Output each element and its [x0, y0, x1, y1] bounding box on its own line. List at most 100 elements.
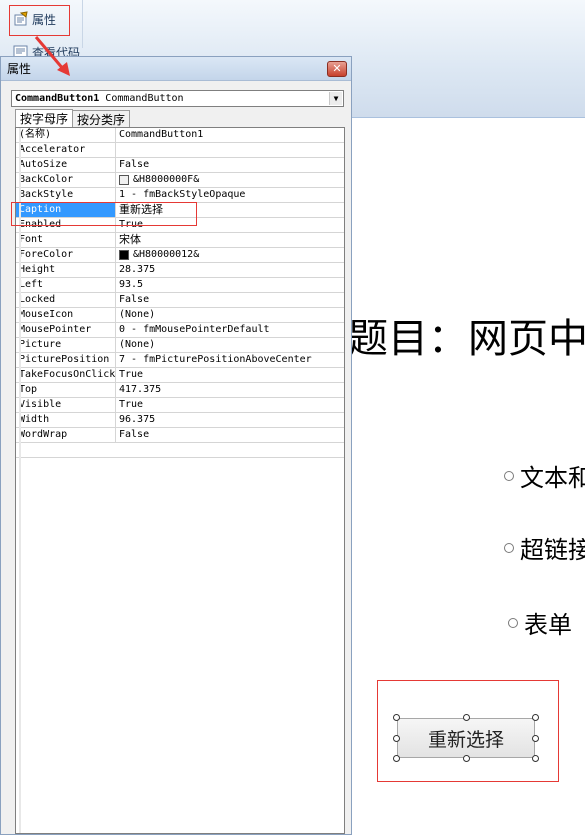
property-name: Height [16, 263, 116, 277]
property-name: Accelerator [16, 143, 116, 157]
property-value[interactable]: False [116, 293, 344, 307]
option-label: 超链接 [520, 536, 585, 564]
property-value[interactable]: CommandButton1 [116, 128, 344, 142]
tab-alphabetic[interactable]: 按字母序 [15, 109, 74, 128]
property-value[interactable]: False [116, 158, 344, 172]
property-value[interactable]: (None) [116, 338, 344, 352]
option-text[interactable]: 文本和 [504, 458, 585, 493]
properties-titlebar[interactable]: 属性 ✕ [1, 57, 351, 81]
property-value[interactable]: 7 - fmPicturePositionAboveCenter [116, 353, 344, 367]
property-value[interactable]: 417.375 [116, 383, 344, 397]
property-value-text: CommandButton1 [119, 129, 204, 140]
property-row[interactable]: ForeColor &H80000012& [16, 248, 344, 263]
property-name: WordWrap [16, 428, 116, 442]
property-row[interactable]: Top 417.375 [16, 383, 344, 398]
property-value[interactable]: 28.375 [116, 263, 344, 277]
property-value-text: False [119, 159, 150, 170]
property-row[interactable]: Visible True [16, 398, 344, 413]
option-form[interactable]: 表单 [508, 605, 572, 640]
property-value-text: (None) [119, 339, 156, 350]
property-value[interactable]: True [116, 398, 344, 412]
property-value[interactable]: True [116, 368, 344, 382]
property-row[interactable]: WordWrap False [16, 428, 344, 443]
property-value-text: True [119, 399, 144, 410]
property-value[interactable]: 93.5 [116, 278, 344, 292]
resize-handle[interactable] [532, 755, 539, 762]
property-row[interactable]: AutoSize False [16, 158, 344, 173]
property-row[interactable]: BackStyle 1 - fmBackStyleOpaque [16, 188, 344, 203]
property-name: ForeColor [16, 248, 116, 262]
window-title: 属性 [7, 62, 32, 76]
close-icon[interactable]: ✕ [327, 60, 347, 77]
property-value-text: 93.5 [119, 279, 144, 290]
object-selector[interactable]: CommandButton1 CommandButton ▼ [11, 90, 344, 107]
property-name: MouseIcon [16, 308, 116, 322]
property-name: BackStyle [16, 188, 116, 202]
option-link[interactable]: 超链接 [504, 530, 585, 565]
property-row[interactable]: Font 宋体 [16, 233, 344, 248]
properties-window: 属性 ✕ CommandButton1 CommandButton ▼ 按字母序… [0, 56, 352, 835]
property-value-text: 0 - fmMousePointerDefault [119, 324, 270, 335]
property-value-text: False [119, 429, 150, 440]
property-value[interactable]: 1 - fmBackStyleOpaque [116, 188, 344, 202]
property-row[interactable]: TakeFocusOnClick True [16, 368, 344, 383]
property-value[interactable]: &H8000000F& [116, 173, 344, 187]
property-row[interactable]: (名称) CommandButton1 [16, 128, 344, 143]
property-name: Visible [16, 398, 116, 412]
properties-button-highlight [9, 5, 70, 36]
property-name: Font [16, 233, 116, 247]
property-value[interactable]: 0 - fmMousePointerDefault [116, 323, 344, 337]
property-value[interactable]: &H80000012& [116, 248, 344, 262]
reselect-command-button[interactable]: 重新选择 [397, 718, 535, 758]
grid-margin [19, 128, 21, 833]
property-name: Locked [16, 293, 116, 307]
property-row[interactable]: Width 96.375 [16, 413, 344, 428]
property-name: AutoSize [16, 158, 116, 172]
radio-button[interactable] [504, 542, 514, 553]
property-name: Width [16, 413, 116, 427]
color-swatch-icon [119, 250, 129, 260]
resize-handle[interactable] [463, 755, 470, 762]
property-row[interactable]: PicturePosition 7 - fmPicturePositionAbov… [16, 353, 344, 368]
option-label: 文本和 [520, 464, 585, 492]
property-value[interactable]: False [116, 428, 344, 442]
property-value-text: True [119, 369, 144, 380]
property-name: (名称) [16, 128, 116, 142]
property-value-text: False [119, 294, 150, 305]
property-name: Top [16, 383, 116, 397]
property-row[interactable]: BackColor &H8000000F& [16, 173, 344, 188]
resize-handle[interactable] [393, 735, 400, 742]
radio-button[interactable] [504, 470, 514, 481]
resize-handle[interactable] [393, 714, 400, 721]
property-row-empty [16, 443, 344, 458]
property-value-text: 宋体 [119, 233, 141, 246]
property-name: PicturePosition [16, 353, 116, 367]
resize-handle[interactable] [463, 714, 470, 721]
tab-categorized[interactable]: 按分类序 [72, 110, 131, 128]
property-name: MousePointer [16, 323, 116, 337]
property-row[interactable]: Picture (None) [16, 338, 344, 353]
property-row[interactable]: Left 93.5 [16, 278, 344, 293]
property-row[interactable]: MouseIcon (None) [16, 308, 344, 323]
resize-handle[interactable] [532, 714, 539, 721]
property-row[interactable]: MousePointer 0 - fmMousePointerDefault [16, 323, 344, 338]
ribbon-separator [82, 0, 83, 48]
property-row[interactable]: Accelerator [16, 143, 344, 158]
color-swatch-icon [119, 175, 129, 185]
property-value[interactable] [116, 143, 344, 157]
property-value[interactable]: (None) [116, 308, 344, 322]
resize-handle[interactable] [393, 755, 400, 762]
object-type: CommandButton [105, 93, 184, 104]
property-value[interactable]: 宋体 [116, 233, 344, 247]
chevron-down-icon[interactable]: ▼ [329, 92, 342, 105]
property-value[interactable]: 96.375 [116, 413, 344, 427]
property-row[interactable]: Locked False [16, 293, 344, 308]
property-row[interactable]: Height 28.375 [16, 263, 344, 278]
radio-button[interactable] [508, 617, 518, 628]
document-title: 题目：网页中 [348, 316, 585, 362]
property-name: Left [16, 278, 116, 292]
resize-handle[interactable] [532, 735, 539, 742]
property-name: Picture [16, 338, 116, 352]
object-name: CommandButton1 [15, 93, 100, 104]
property-value-text: &H8000000F& [133, 174, 200, 185]
